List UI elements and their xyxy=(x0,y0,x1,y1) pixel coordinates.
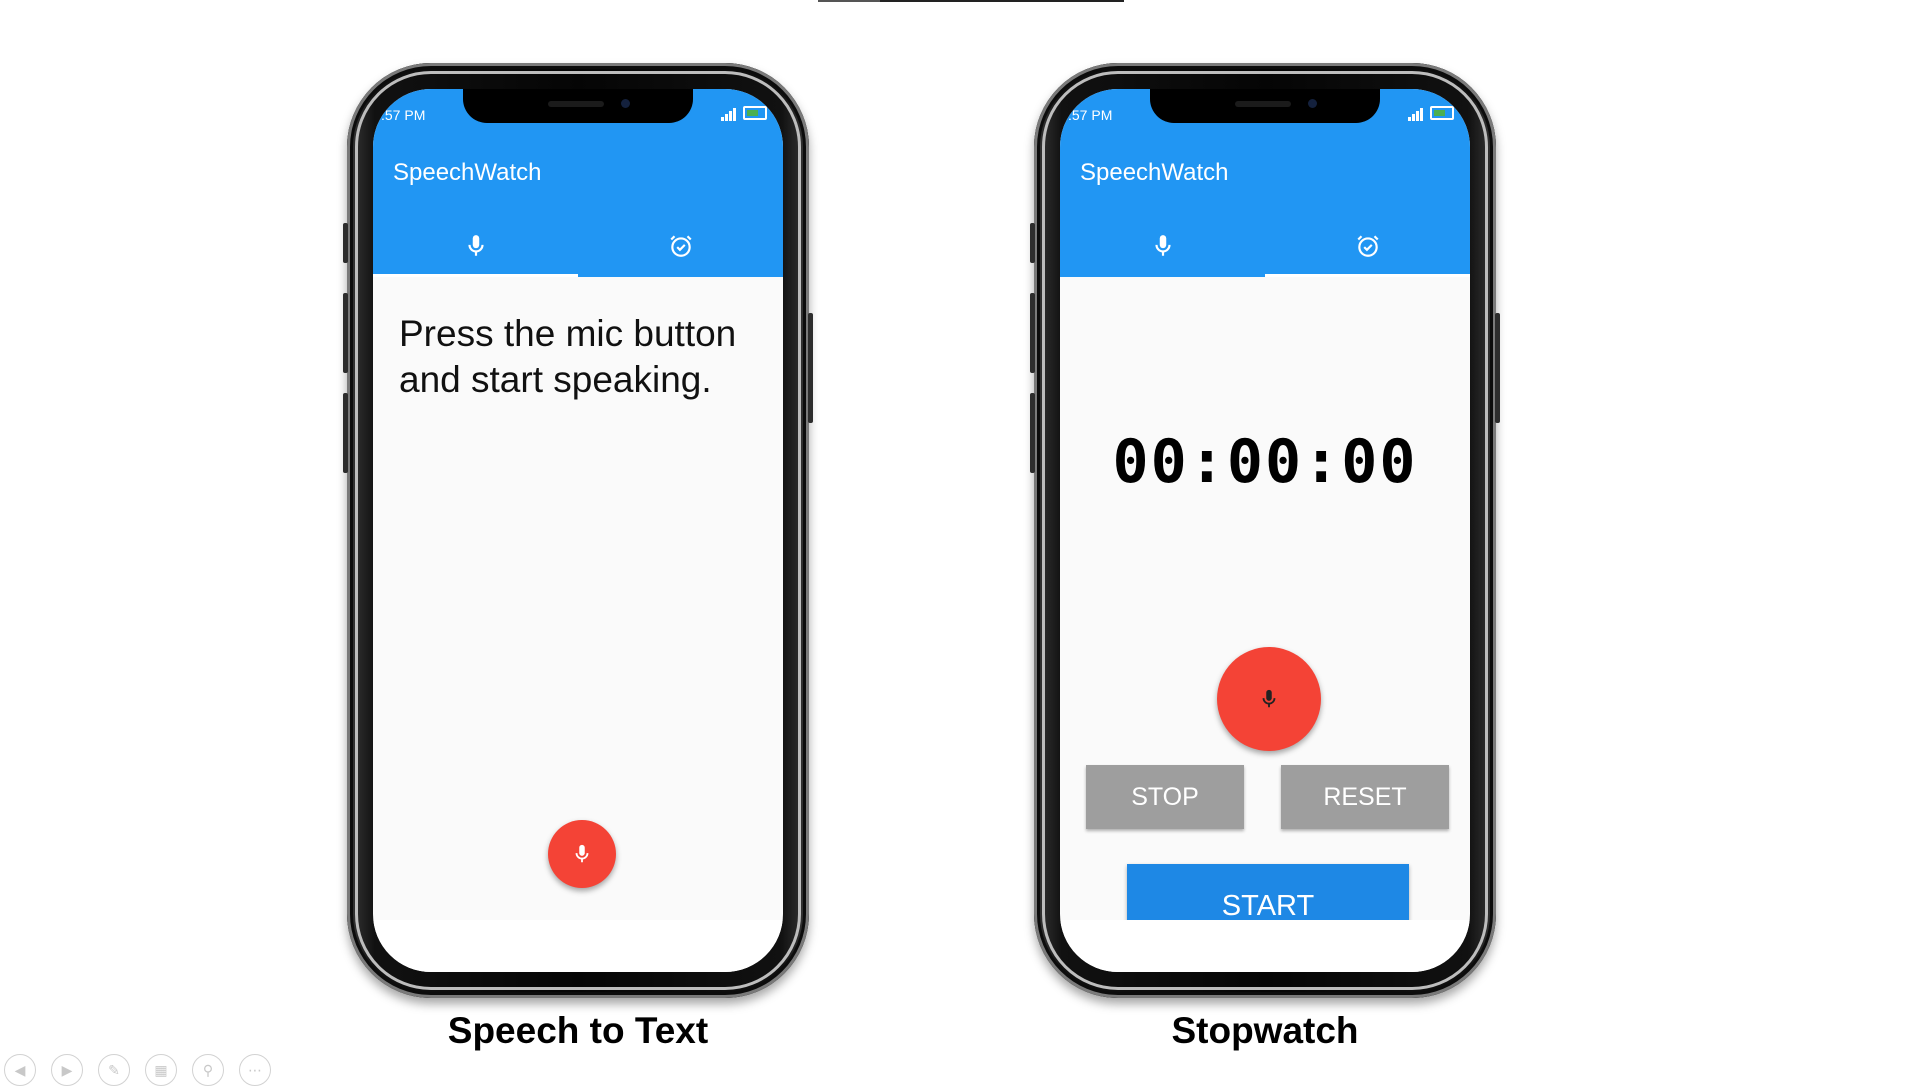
phone-screen: :57 PM SpeechWatch Press the mic button … xyxy=(373,89,783,972)
tab-bar xyxy=(1060,215,1470,277)
mic-icon xyxy=(1154,235,1171,256)
phone-screen: :57 PM SpeechWatch 00:00:00 STOP RESET S… xyxy=(1060,89,1470,972)
tab-stopwatch[interactable] xyxy=(578,215,783,277)
mic-icon xyxy=(1262,689,1276,708)
next-icon[interactable]: ▶ xyxy=(51,1054,83,1086)
stop-button[interactable]: STOP xyxy=(1086,765,1244,829)
phone-speech-to-text: :57 PM SpeechWatch Press the mic button … xyxy=(343,63,813,998)
slides-icon[interactable]: ▦ xyxy=(145,1054,177,1086)
app-bar: SpeechWatch xyxy=(1060,139,1470,277)
reset-button[interactable]: RESET xyxy=(1281,765,1449,829)
signal-icon xyxy=(721,105,737,121)
tab-bar xyxy=(373,215,783,277)
mic-icon xyxy=(467,235,484,256)
speech-content: Press the mic button and start speaking. xyxy=(373,277,783,972)
slide-controls: ◀ ▶ ✎ ▦ ⚲ ⋯ xyxy=(4,1054,271,1086)
app-title: SpeechWatch xyxy=(1080,159,1229,186)
status-icons xyxy=(1408,105,1454,121)
app-bar: SpeechWatch xyxy=(373,139,783,277)
more-icon[interactable]: ⋯ xyxy=(239,1054,271,1086)
battery-icon xyxy=(1430,106,1454,120)
stopwatch-display: 00:00:00 xyxy=(1112,427,1418,497)
status-time: :57 PM xyxy=(381,107,426,123)
prompt-text: Press the mic button and start speaking. xyxy=(399,313,737,400)
alarm-check-icon xyxy=(669,235,692,257)
app-title: SpeechWatch xyxy=(393,159,542,186)
status-time: :57 PM xyxy=(1068,107,1113,123)
tab-speech[interactable] xyxy=(373,215,578,277)
home-area xyxy=(1060,920,1470,972)
tab-speech[interactable] xyxy=(1060,215,1265,277)
alarm-check-icon xyxy=(1356,235,1379,257)
caption-stopwatch: Stopwatch xyxy=(1171,1010,1359,1051)
signal-icon xyxy=(1408,105,1424,121)
mic-fab-button[interactable] xyxy=(548,820,616,888)
status-icons xyxy=(721,105,767,121)
mic-icon xyxy=(575,844,589,863)
phone-stopwatch: :57 PM SpeechWatch 00:00:00 STOP RESET S… xyxy=(1030,63,1500,998)
notch xyxy=(1150,89,1380,123)
battery-icon xyxy=(743,106,767,120)
home-area xyxy=(373,920,783,972)
top-rule xyxy=(818,0,1124,2)
zoom-icon[interactable]: ⚲ xyxy=(192,1054,224,1086)
tab-stopwatch[interactable] xyxy=(1265,215,1470,277)
prev-icon[interactable]: ◀ xyxy=(4,1054,36,1086)
stopwatch-content: 00:00:00 STOP RESET START xyxy=(1060,277,1470,972)
pen-icon[interactable]: ✎ xyxy=(98,1054,130,1086)
caption-speech-to-text: Speech to Text xyxy=(447,1010,709,1051)
mic-fab-button[interactable] xyxy=(1217,647,1321,751)
notch xyxy=(463,89,693,123)
